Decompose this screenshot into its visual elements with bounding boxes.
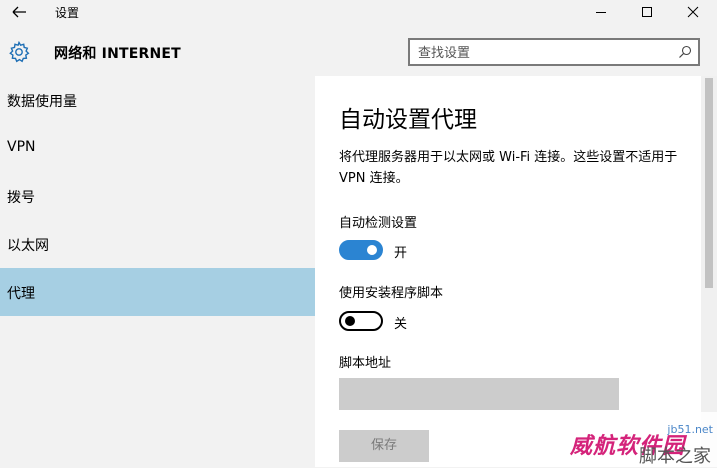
back-button[interactable] <box>8 2 30 22</box>
minimize-icon <box>596 12 606 13</box>
auto-detect-state: 开 <box>394 246 408 261</box>
auto-detect-toggle[interactable] <box>339 240 383 260</box>
sidebar-item-ethernet[interactable]: 以太网 <box>0 220 315 268</box>
sidebar-item-proxy[interactable]: 代理 <box>0 268 315 316</box>
title-bar: 设置 <box>0 0 717 24</box>
auto-detect-label: 自动检测设置 <box>339 216 418 231</box>
sidebar-item-vpn[interactable]: VPN <box>0 124 315 172</box>
setup-script-toggle[interactable] <box>339 311 383 331</box>
watermark-subtitle: 脚本之家 <box>639 446 711 467</box>
watermark-url: jb51.net <box>667 423 713 436</box>
maximize-button[interactable] <box>624 0 670 24</box>
setup-script-label: 使用安装程序脚本 <box>339 286 444 301</box>
toggle-knob <box>345 316 355 326</box>
arrow-left-icon <box>12 6 26 18</box>
section-title: 网络和 INTERNET <box>54 46 181 62</box>
search-box[interactable] <box>408 38 700 66</box>
maximize-icon <box>642 7 652 17</box>
page-title: 自动设置代理 <box>339 107 477 133</box>
watermark: 威航软件园 jb51.net 脚本之家 <box>562 412 717 467</box>
app-title: 设置 <box>55 6 80 20</box>
scrollbar[interactable] <box>701 76 717 467</box>
proxy-description: 将代理服务器用于以太网或 Wi-Fi 连接。这些设置不适用于 VPN 连接。 <box>339 150 678 186</box>
search-icon[interactable] <box>678 45 692 59</box>
setup-script-state: 关 <box>394 317 408 332</box>
save-button: 保存 <box>339 430 429 462</box>
content-pane: 自动设置代理 将代理服务器用于以太网或 Wi-Fi 连接。这些设置不适用于 VP… <box>315 76 701 467</box>
toggle-knob <box>367 245 377 255</box>
script-address-field <box>339 378 619 410</box>
sidebar-item-label: 以太网 <box>7 238 49 254</box>
sidebar-item-label: 数据使用量 <box>7 94 77 110</box>
minimize-button[interactable] <box>578 0 624 24</box>
gear-icon <box>9 40 30 63</box>
sidebar-item-label: 代理 <box>7 286 35 302</box>
settings-header: 网络和 INTERNET <box>0 24 717 76</box>
sidebar-item-data-usage[interactable]: 数据使用量 <box>0 76 315 124</box>
sidebar-item-label: 拨号 <box>7 190 35 206</box>
script-address-label: 脚本地址 <box>339 356 392 371</box>
sidebar: 数据使用量 VPN 拨号 以太网 代理 <box>0 76 315 467</box>
scrollbar-thumb[interactable] <box>705 78 713 288</box>
sidebar-item-dialup[interactable]: 拨号 <box>0 172 315 220</box>
close-icon <box>687 6 699 18</box>
sidebar-item-label: VPN <box>7 139 36 155</box>
close-button[interactable] <box>670 0 716 24</box>
search-input[interactable] <box>418 44 668 62</box>
